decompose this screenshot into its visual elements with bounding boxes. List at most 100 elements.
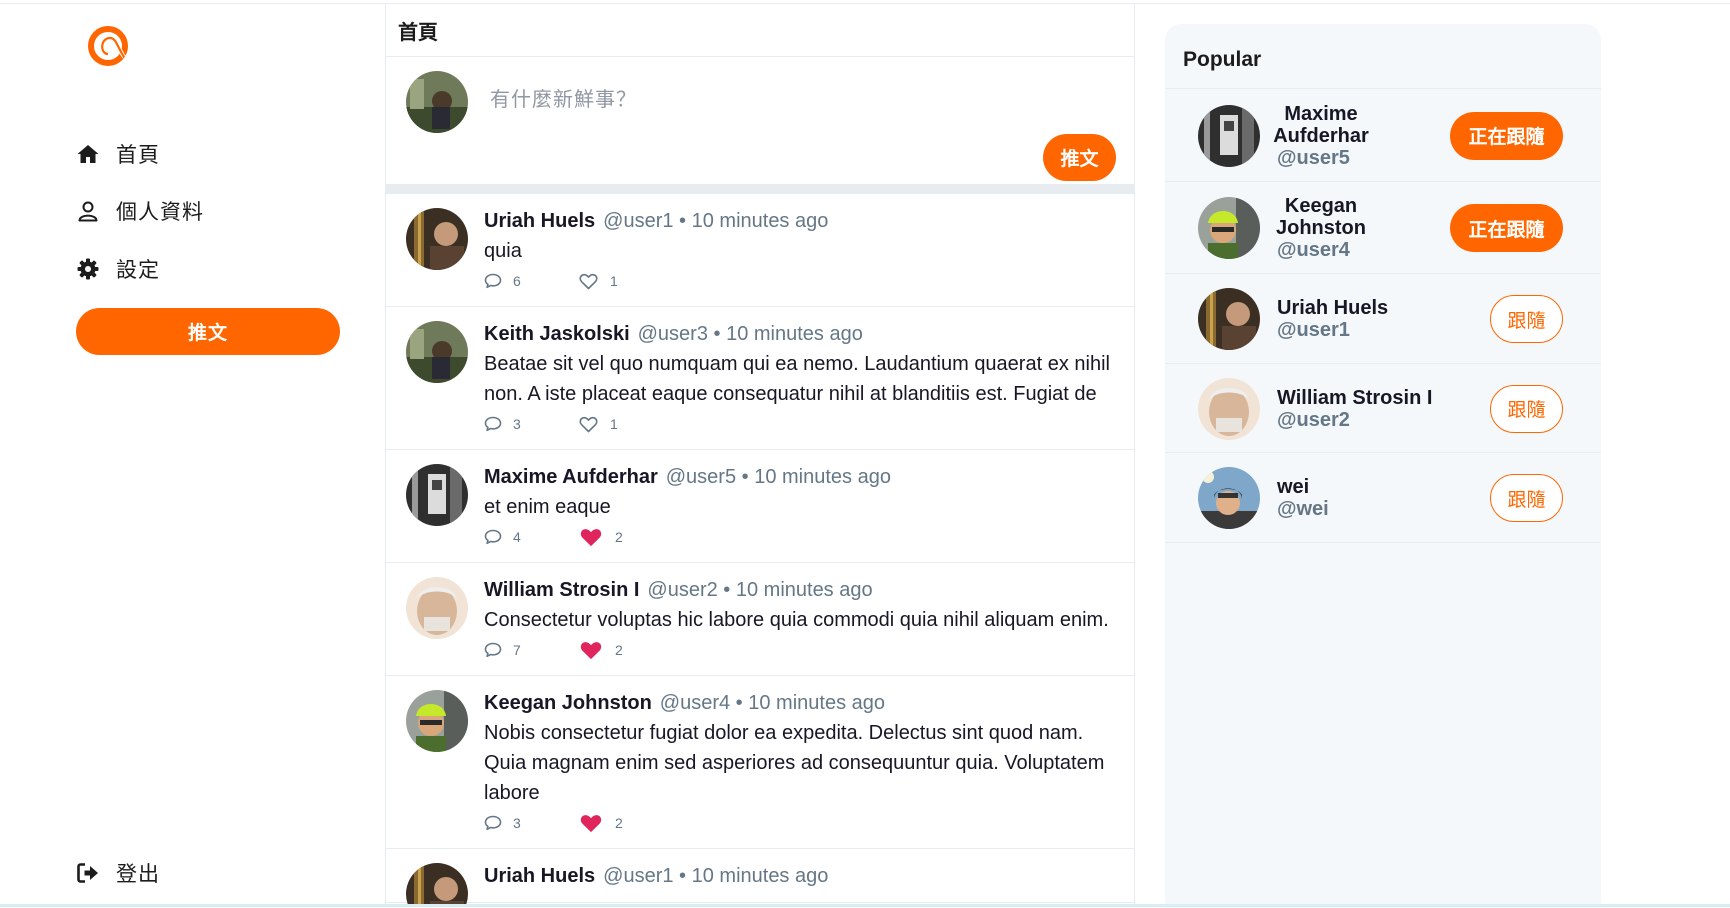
- popular-list: Maxime Aufderhar @user5 正在跟隨 Keegan Johnsto…: [1165, 89, 1601, 543]
- like-count: 2: [615, 529, 623, 545]
- tweet-meta: @user2 • 10 minutes ago: [647, 579, 873, 601]
- tweet-text: quia: [484, 240, 522, 262]
- nav-home[interactable]: 首頁: [76, 139, 160, 169]
- follow-button[interactable]: 跟隨: [1490, 474, 1563, 522]
- reply-count: 6: [513, 273, 521, 289]
- popular-user-row[interactable]: Uriah Huels @user1 跟隨: [1165, 274, 1601, 364]
- tweet-author-name[interactable]: William Strosin I: [484, 579, 639, 601]
- popular-user-name[interactable]: Uriah Huels: [1266, 297, 1388, 319]
- like-button[interactable]: 2: [579, 640, 623, 661]
- popular-user-row[interactable]: William Strosin I @user2 跟隨: [1165, 364, 1601, 453]
- nav-logout-label: 登出: [116, 863, 160, 886]
- popular-user-info: William Strosin I @user2: [1266, 387, 1432, 431]
- popular-user-info: Maxime Aufderhar @user5: [1266, 103, 1376, 169]
- liked-heart-icon: [580, 641, 602, 659]
- logo-icon[interactable]: [86, 24, 130, 68]
- reply-button[interactable]: 7: [484, 642, 579, 658]
- tweet-item[interactable]: William Strosin I @user2 • 10 minutes ago…: [386, 563, 1134, 676]
- tweet-item[interactable]: Uriah Huels @user1 • 10 minutes ago: [386, 849, 1134, 904]
- like-icon: [579, 273, 598, 289]
- tweet-text: Consectetur voluptas hic labore quia com…: [484, 609, 1109, 631]
- tweet-actions: 32: [484, 810, 1114, 836]
- follow-button[interactable]: 跟隨: [1490, 384, 1563, 433]
- reply-button[interactable]: 3: [484, 815, 579, 831]
- tweet-header: Uriah Huels @user1 • 10 minutes ago: [484, 207, 1114, 235]
- tweet-avatar[interactable]: [406, 577, 468, 639]
- popular-user-handle: @user5: [1277, 146, 1350, 169]
- following-button[interactable]: 正在跟隨: [1450, 204, 1563, 252]
- page-title: 首頁: [386, 4, 1134, 57]
- reply-count: 4: [513, 529, 521, 545]
- tweet-text: et enim eaque: [484, 496, 611, 518]
- tweet-meta: @user5 • 10 minutes ago: [665, 466, 891, 488]
- popular-user-info: Uriah Huels @user1: [1266, 297, 1388, 341]
- like-count: 2: [615, 815, 623, 831]
- tweet-input[interactable]: 有什麼新鮮事？: [490, 83, 637, 112]
- my-avatar[interactable]: [406, 71, 468, 133]
- reply-button[interactable]: 3: [484, 416, 579, 432]
- reply-button[interactable]: 6: [484, 273, 579, 289]
- tweet-author-name[interactable]: Uriah Huels: [484, 210, 595, 232]
- tweet-avatar[interactable]: [406, 464, 468, 526]
- tweet-author-name[interactable]: Keegan Johnston: [484, 692, 652, 714]
- popular-user-avatar[interactable]: [1198, 467, 1260, 529]
- tweet-avatar[interactable]: [406, 208, 468, 270]
- liked-heart-icon: [580, 814, 602, 832]
- popular-user-info: Keegan Johnston @user4: [1266, 195, 1376, 261]
- tweet-item[interactable]: Uriah Huels @user1 • 10 minutes ago quia 6 1: [386, 194, 1134, 307]
- reply-count: 3: [513, 815, 521, 831]
- like-button[interactable]: 2: [579, 527, 623, 548]
- home-icon: [77, 145, 99, 163]
- nav-profile[interactable]: 個人資料: [76, 196, 204, 226]
- tweet-author-name[interactable]: Keith Jaskolski: [484, 323, 630, 345]
- main-timeline: 首頁 有什麼新鮮事？ 推文 Uriah Huels @user1 • 10 min…: [385, 4, 1135, 904]
- follow-button[interactable]: 跟隨: [1490, 295, 1563, 343]
- popular-user-avatar[interactable]: [1198, 377, 1260, 440]
- like-button[interactable]: 1: [579, 416, 618, 433]
- popular-user-row[interactable]: Maxime Aufderhar @user5 正在跟隨: [1165, 89, 1601, 182]
- popular-user-name[interactable]: Keegan Johnston: [1266, 195, 1376, 239]
- popular-user-avatar[interactable]: [1198, 104, 1260, 167]
- popular-user-name[interactable]: wei: [1266, 476, 1329, 498]
- reply-icon: [484, 815, 502, 831]
- like-icon: [579, 416, 598, 432]
- composer-tweet-button[interactable]: 推文: [1043, 134, 1116, 181]
- popular-user-name[interactable]: William Strosin I: [1266, 387, 1432, 409]
- tweet-avatar[interactable]: [406, 690, 468, 752]
- tweet-author-name[interactable]: Uriah Huels: [484, 865, 595, 887]
- like-count: 2: [615, 642, 623, 658]
- tweet-meta: @user1 • 10 minutes ago: [603, 865, 829, 887]
- like-count: 1: [610, 273, 618, 289]
- user-icon: [78, 201, 98, 222]
- popular-user-avatar[interactable]: [1198, 288, 1260, 350]
- popular-user-row[interactable]: wei @wei 跟隨: [1165, 453, 1601, 543]
- nav-logout[interactable]: 登出: [76, 858, 160, 888]
- tweet-actions: 31: [484, 411, 1114, 437]
- popular-user-name[interactable]: Maxime Aufderhar: [1266, 103, 1376, 147]
- sign-out-icon: [77, 863, 98, 883]
- tweet-text: Beatae sit vel quo numquam qui ea nemo. …: [484, 353, 1110, 405]
- tweet-header: Uriah Huels @user1 • 10 minutes ago: [484, 862, 1114, 890]
- like-count: 1: [610, 416, 618, 432]
- reply-button[interactable]: 4: [484, 529, 579, 545]
- tweet-avatar[interactable]: [406, 863, 468, 904]
- popular-user-info: wei @wei: [1266, 476, 1329, 520]
- tweet-item[interactable]: Keith Jaskolski @user3 • 10 minutes ago Be…: [386, 307, 1134, 450]
- sidebar-tweet-button[interactable]: 推文: [76, 308, 340, 355]
- popular-user-row[interactable]: Keegan Johnston @user4 正在跟隨: [1165, 182, 1601, 274]
- tweet-author-name[interactable]: Maxime Aufderhar: [484, 466, 658, 488]
- following-button[interactable]: 正在跟隨: [1450, 111, 1563, 160]
- nav-home-label: 首頁: [116, 144, 160, 167]
- reply-icon: [484, 529, 502, 545]
- tweet-header: William Strosin I @user2 • 10 minutes ago: [484, 576, 1114, 604]
- nav-profile-label: 個人資料: [116, 201, 204, 224]
- tweet-actions: 61: [484, 268, 1114, 294]
- popular-user-avatar[interactable]: [1198, 197, 1260, 259]
- tweet-item[interactable]: Keegan Johnston @user4 • 10 minutes ago No…: [386, 676, 1134, 849]
- tweet-avatar[interactable]: [406, 321, 468, 383]
- tweet-item[interactable]: Maxime Aufderhar @user5 • 10 minutes ago e…: [386, 450, 1134, 563]
- like-button[interactable]: 1: [579, 273, 618, 290]
- like-button[interactable]: 2: [579, 813, 623, 834]
- tweet-actions: 42: [484, 524, 1114, 550]
- nav-settings[interactable]: 設定: [76, 254, 160, 284]
